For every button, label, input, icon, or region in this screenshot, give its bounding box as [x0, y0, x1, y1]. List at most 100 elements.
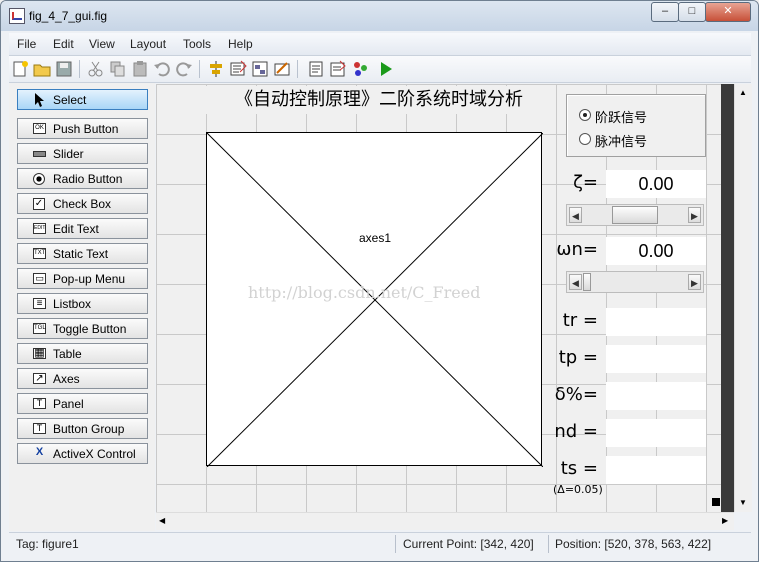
palette-activex-control[interactable]: X ActiveX Control: [17, 443, 148, 464]
check-box-icon: ✓: [33, 198, 45, 210]
palette-label: Panel: [53, 397, 84, 411]
tp-label: tp =: [558, 347, 598, 368]
toolbar-editor-icon[interactable]: [273, 60, 291, 78]
status-current-point: Current Point: [342, 420]: [403, 537, 534, 551]
maximize-button[interactable]: □: [678, 2, 706, 22]
slider-left-arrow[interactable]: ◀: [569, 274, 582, 290]
slider-icon: [33, 151, 46, 157]
menu-edit[interactable]: Edit: [53, 37, 74, 51]
palette-table[interactable]: ▦ Table: [17, 343, 148, 364]
copy-icon[interactable]: [109, 60, 127, 78]
popup-menu-icon: ▭: [33, 273, 46, 284]
slider-thumb[interactable]: [583, 273, 591, 291]
slider-right-arrow[interactable]: ▶: [688, 274, 701, 290]
menu-layout[interactable]: Layout: [130, 37, 166, 51]
scroll-up-arrow[interactable]: ▲: [739, 88, 747, 97]
signal-button-group[interactable]: 阶跃信号 脉冲信号: [566, 94, 706, 157]
activex-icon: X: [35, 446, 44, 458]
palette-popup-menu[interactable]: ▭ Pop-up Menu: [17, 268, 148, 289]
radio-indicator: [579, 133, 591, 145]
palette-static-text[interactable]: TXT Static Text: [17, 243, 148, 264]
save-icon[interactable]: [55, 60, 73, 78]
menu-help[interactable]: Help: [228, 37, 253, 51]
omega-label: ωn=: [556, 239, 598, 260]
title-bar[interactable]: fig_4_7_gui.fig – □ ✕: [1, 1, 758, 31]
palette-label: Select: [53, 93, 87, 107]
palette-select[interactable]: Select: [17, 89, 148, 110]
overshoot-label: δ%=: [554, 384, 598, 405]
menu-editor-icon[interactable]: [229, 60, 247, 78]
palette-button-group[interactable]: T Button Group: [17, 418, 148, 439]
cut-icon[interactable]: [87, 60, 105, 78]
ts-tolerance-note: (Δ=0.05): [553, 483, 603, 496]
minimize-button[interactable]: –: [651, 2, 679, 22]
component-palette: Select OK Push Button Slider Radio Button…: [9, 83, 155, 531]
omega-slider[interactable]: ◀ ▶: [566, 271, 704, 293]
align-objects-icon[interactable]: [207, 60, 225, 78]
vertical-scrollbar[interactable]: ▲ ▼: [734, 84, 752, 512]
palette-edit-text[interactable]: EDIT Edit Text: [17, 218, 148, 239]
horizontal-scrollbar[interactable]: ◀ ▶: [156, 512, 734, 530]
static-text-icon: TXT: [33, 248, 46, 259]
palette-axes[interactable]: ↗ Axes: [17, 368, 148, 389]
zeta-edit[interactable]: 0.00: [606, 170, 706, 198]
palette-label: Slider: [53, 147, 84, 161]
scroll-right-arrow[interactable]: ▶: [722, 516, 728, 525]
radio-indicator: [579, 109, 591, 121]
toolbar: [9, 56, 751, 83]
palette-label: Button Group: [53, 422, 125, 436]
palette-label: Static Text: [53, 247, 109, 261]
palette-push-button[interactable]: OK Push Button: [17, 118, 148, 139]
menu-file[interactable]: File: [17, 37, 36, 51]
property-inspector-icon[interactable]: [329, 60, 347, 78]
tab-order-icon[interactable]: [251, 60, 269, 78]
slider-thumb[interactable]: [612, 206, 658, 224]
zeta-slider[interactable]: ◀ ▶: [566, 204, 704, 226]
guide-window: fig_4_7_gui.fig – □ ✕ File Edit View Lay…: [0, 0, 759, 562]
mfile-editor-icon[interactable]: [307, 60, 325, 78]
redo-icon[interactable]: [175, 60, 193, 78]
axes-tag-label: axes1: [359, 231, 392, 245]
figure-resize-edge[interactable]: [721, 84, 734, 512]
palette-listbox[interactable]: ≡ Listbox: [17, 293, 148, 314]
menu-tools[interactable]: Tools: [183, 37, 211, 51]
menu-view[interactable]: View: [89, 37, 115, 51]
slider-left-arrow[interactable]: ◀: [569, 207, 582, 223]
status-bar: Tag: figure1 Current Point: [342, 420] P…: [9, 532, 751, 555]
palette-panel[interactable]: T Panel: [17, 393, 148, 414]
open-folder-icon[interactable]: [33, 60, 51, 78]
toggle-button-icon: TGL: [33, 323, 46, 334]
close-button[interactable]: ✕: [705, 2, 751, 22]
button-group-icon: T: [33, 423, 46, 434]
listbox-icon: ≡: [33, 298, 46, 309]
tr-output: [606, 308, 706, 336]
scroll-down-arrow[interactable]: ▼: [739, 498, 747, 507]
layout-canvas[interactable]: 《自动控制原理》二阶系统时域分析 axes1 http://blog.csdn.…: [156, 84, 734, 512]
watermark-text: http://blog.csdn.net/C_Freed: [248, 283, 481, 302]
push-button-icon: OK: [33, 123, 46, 134]
gui-title-text[interactable]: 《自动控制原理》二阶系统时域分析: [206, 86, 552, 114]
palette-radio-button[interactable]: Radio Button: [17, 168, 148, 189]
slider-right-arrow[interactable]: ▶: [688, 207, 701, 223]
palette-slider[interactable]: Slider: [17, 143, 148, 164]
paste-icon[interactable]: [131, 60, 149, 78]
palette-toggle-button[interactable]: TGL Toggle Button: [17, 318, 148, 339]
omega-edit[interactable]: 0.00: [606, 237, 706, 265]
object-browser-icon[interactable]: [351, 60, 369, 78]
panel-icon: T: [33, 398, 46, 409]
palette-label: Axes: [53, 372, 80, 386]
new-file-icon[interactable]: [11, 60, 29, 78]
undo-icon[interactable]: [153, 60, 171, 78]
zeta-label: ζ=: [573, 172, 598, 193]
run-figure-icon[interactable]: [377, 60, 395, 78]
menu-bar: File Edit View Layout Tools Help: [9, 33, 751, 56]
radio-label: 阶跃信号: [595, 111, 648, 126]
table-icon: ▦: [33, 347, 46, 359]
palette-check-box[interactable]: ✓ Check Box: [17, 193, 148, 214]
palette-label: Push Button: [53, 122, 119, 136]
figure-file-icon: [9, 8, 25, 24]
scroll-left-arrow[interactable]: ◀: [159, 516, 165, 525]
palette-label: Check Box: [53, 197, 112, 211]
figure-resize-handle[interactable]: [712, 498, 720, 506]
nd-label: nd =: [554, 421, 598, 442]
